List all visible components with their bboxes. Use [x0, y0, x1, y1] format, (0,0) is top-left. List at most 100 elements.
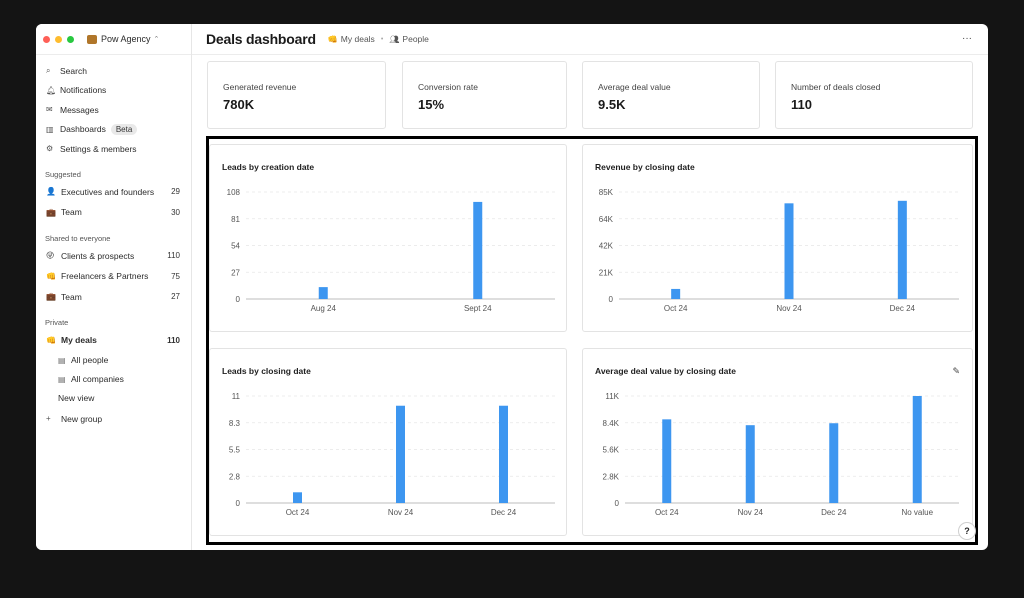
nav-label: Dashboards [60, 124, 106, 135]
view-label: All people [71, 355, 109, 365]
minimize-window-button[interactable] [55, 35, 62, 43]
main-content: Deals dashboard 👊 My deals • 👥︎ People ·… [192, 24, 988, 550]
crumb-separator: • [380, 35, 384, 43]
nav-item-search[interactable]: ⌕ Search [46, 61, 191, 81]
list-item-team[interactable]: 💼 Team 30 [36, 202, 191, 223]
y-tick-label: 8.4K [603, 419, 620, 428]
section-title-shared: Shared to everyone [45, 233, 111, 243]
bar [662, 419, 672, 503]
stat-card-generated-revenue[interactable]: Generated revenue 780K [207, 61, 386, 129]
table-icon: ▤ [58, 374, 66, 384]
smiley-icon: 😜 [46, 251, 55, 261]
list-count: 29 [171, 187, 180, 197]
y-tick-label: 81 [231, 215, 240, 224]
chart-average-deal-value: 0 2.8K 5.6K 8.4K 11K Oct 24 Nov 24 Dec 24 No val… [603, 392, 959, 517]
y-tick-label: 21K [599, 268, 614, 277]
crumb-people[interactable]: People [402, 34, 428, 44]
list-label: Team [61, 207, 82, 218]
x-tick-label: Dec 24 [821, 508, 847, 517]
list-label: My deals [61, 335, 97, 346]
y-tick-label: 27 [231, 268, 240, 277]
y-tick-label: 54 [231, 242, 240, 251]
list-item-freelancers[interactable]: 👊 Freelancers & Partners 75 [36, 266, 191, 287]
x-tick-label: Dec 24 [491, 508, 517, 517]
stat-label: Conversion rate [418, 82, 479, 92]
nav-item-notifications[interactable]: 🔔︎ Notifications [46, 81, 191, 101]
breadcrumb: 👊 My deals • 👥︎ People [328, 34, 429, 44]
chart-card-leads-by-creation-date[interactable]: Leads by creation date 0 27 54 81 108 Aug 24 S… [209, 144, 567, 332]
workspace-logo [87, 34, 97, 44]
y-tick-label: 11K [605, 392, 619, 401]
list-count: 75 [171, 271, 180, 281]
chart-leads-by-closing-date: 0 2.8 5.5 8.3 11 Oct 24 Nov 24 Dec 24 [229, 392, 555, 517]
nav-item-messages[interactable]: ✉ Messages [46, 100, 191, 120]
bar [829, 423, 839, 503]
list-label: Freelancers & Partners [61, 271, 149, 282]
y-tick-label: 0 [615, 499, 620, 508]
new-group-label: New group [61, 413, 103, 424]
list-item-my-deals[interactable]: 👊 My deals 110 [36, 330, 191, 351]
titlebar: Pow Agency ⌃ [36, 24, 191, 55]
section-title-suggested: Suggested [45, 169, 81, 179]
help-button[interactable]: ? [958, 522, 976, 540]
bar [671, 288, 681, 299]
fist-icon: 👊 [46, 271, 56, 281]
bar [912, 396, 922, 503]
bar [293, 492, 302, 503]
y-tick-label: 64K [599, 215, 614, 224]
chart-revenue-by-closing-date: 0 21K 42K 64K 85K Oct 24 Nov 24 Dec 24 [599, 188, 959, 313]
chart-card-leads-by-closing-date[interactable]: Leads by closing date 0 2.8 5.5 8.3 11 Oct 24… [209, 348, 567, 536]
list-count: 27 [171, 292, 180, 302]
y-tick-label: 0 [609, 295, 614, 304]
new-view-button[interactable]: New view [36, 389, 191, 408]
workspace-switcher[interactable]: Pow Agency ⌃ [87, 34, 159, 44]
bar [473, 201, 483, 299]
x-tick-label: Oct 24 [664, 304, 688, 313]
more-options-button[interactable]: ··· [962, 33, 972, 44]
close-window-button[interactable] [43, 35, 50, 43]
stat-value: 9.5K [598, 97, 626, 112]
workspace-name: Pow Agency [101, 34, 151, 44]
chart-card-average-deal-value[interactable]: Average deal value by closing date ✎ 0 2.… [582, 348, 973, 536]
list-item-team-shared[interactable]: 💼 Team 27 [36, 287, 191, 308]
nav-item-dashboards[interactable]: ▥ Dashboards Beta [46, 120, 191, 140]
x-tick-label: No value [901, 508, 933, 517]
view-all-people[interactable]: ▤ All people [36, 351, 191, 370]
briefcase-icon: 💼 [46, 292, 56, 302]
y-tick-label: 42K [599, 242, 614, 251]
list-item-clients[interactable]: 😜 Clients & prospects 110 [36, 246, 191, 267]
y-tick-label: 108 [227, 188, 241, 197]
list-count: 30 [171, 207, 180, 217]
x-tick-label: Oct 24 [286, 508, 310, 517]
chart-card-revenue-by-closing-date[interactable]: Revenue by closing date 0 21K 42K 64K 85K Oct… [582, 144, 973, 332]
stat-card-conversion-rate[interactable]: Conversion rate 15% [402, 61, 567, 129]
x-tick-label: Nov 24 [776, 304, 802, 313]
maximize-window-button[interactable] [67, 35, 74, 43]
y-tick-label: 85K [599, 188, 614, 197]
list-count: 110 [167, 251, 180, 261]
mail-icon: ✉ [46, 105, 53, 115]
person-icon: 👤 [46, 187, 56, 197]
nav-item-settings[interactable]: ⚙ Settings & members [46, 139, 191, 159]
bar [897, 200, 907, 299]
stat-card-average-deal-value[interactable]: Average deal value 9.5K [582, 61, 760, 129]
list-label: Clients & prospects [61, 250, 135, 261]
nav-label: Search [60, 65, 87, 76]
crumb-my-deals[interactable]: My deals [341, 34, 375, 44]
view-all-companies[interactable]: ▤ All companies [36, 370, 191, 389]
gear-icon: ⚙ [46, 144, 54, 154]
list-item-executives[interactable]: 👤 Executives and founders 29 [36, 182, 191, 203]
stat-label: Average deal value [598, 82, 671, 92]
x-tick-label: Sept 24 [464, 304, 492, 313]
list-label: Team [61, 291, 82, 302]
stat-value: 15% [418, 97, 445, 112]
nav-label: Messages [60, 104, 99, 115]
y-tick-label: 5.6K [603, 446, 620, 455]
primary-nav: ⌕ Search 🔔︎ Notifications ✉ Messages ▥ Dashb… [36, 55, 191, 159]
stat-card-deals-closed[interactable]: Number of deals closed 110 [775, 61, 973, 129]
bar [499, 405, 508, 503]
section-title-private: Private [45, 318, 69, 327]
new-group-button[interactable]: + New group [36, 409, 191, 430]
view-label: All companies [71, 374, 124, 384]
x-tick-label: Aug 24 [311, 304, 337, 313]
